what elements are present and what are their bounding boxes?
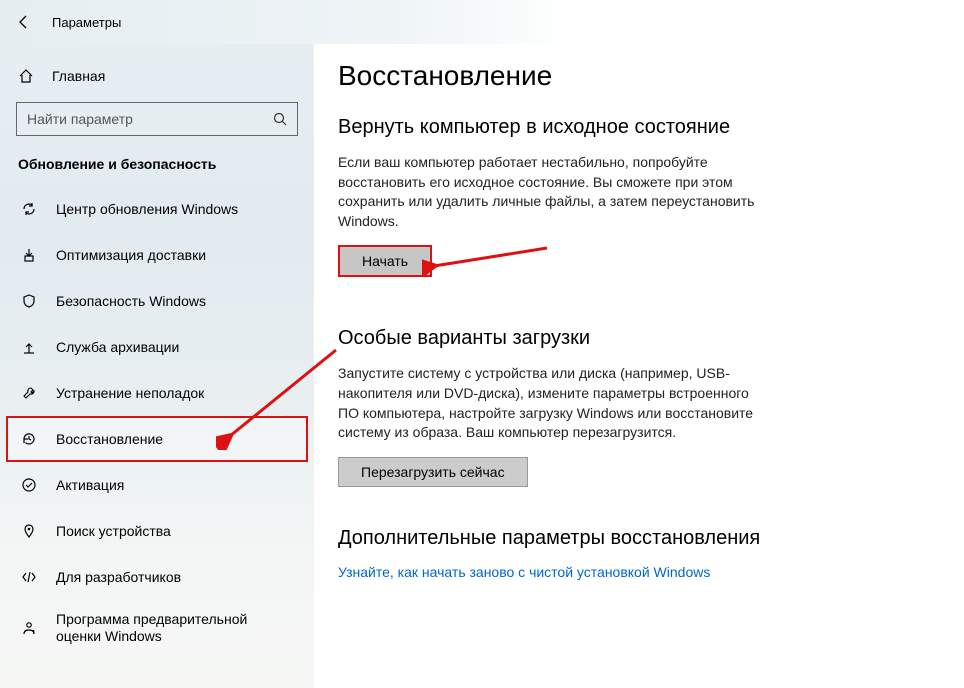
sidebar-item-label: Для разработчиков — [56, 569, 181, 586]
back-button[interactable] — [10, 8, 38, 36]
sidebar-item-developers[interactable]: Для разработчиков — [6, 554, 308, 600]
sidebar-item-label: Служба архивации — [56, 339, 179, 356]
reset-start-button[interactable]: Начать — [338, 245, 432, 277]
reset-heading: Вернуть компьютер в исходное состояние — [338, 116, 940, 139]
code-icon — [18, 569, 40, 585]
window-title: Параметры — [52, 15, 121, 30]
sidebar-item-label: Центр обновления Windows — [56, 201, 238, 218]
fresh-start-link[interactable]: Узнайте, как начать заново с чистой уста… — [338, 564, 710, 580]
content-pane: Восстановление Вернуть компьютер в исход… — [314, 44, 964, 688]
more-recovery-heading: Дополнительные параметры восстановления — [338, 527, 940, 550]
sidebar-menu: Центр обновления Windows Оптимизация дос… — [6, 186, 308, 656]
annotation-arrow — [422, 236, 552, 276]
sync-icon — [18, 201, 40, 217]
sidebar-item-label: Программа предварительной оценки Windows — [56, 611, 296, 645]
wrench-icon — [18, 385, 40, 401]
sidebar-item-label: Поиск устройства — [56, 523, 171, 540]
sidebar-item-recovery[interactable]: Восстановление — [6, 416, 308, 462]
sidebar-home[interactable]: Главная — [6, 58, 308, 94]
check-circle-icon — [18, 477, 40, 493]
history-icon — [18, 431, 40, 447]
sidebar-item-label: Активация — [56, 477, 124, 494]
page-title: Восстановление — [338, 60, 940, 92]
sidebar-item-delivery-optimization[interactable]: Оптимизация доставки — [6, 232, 308, 278]
sidebar-section-label: Обновление и безопасность — [6, 150, 308, 186]
advanced-startup-text: Запустите систему с устройства или диска… — [338, 364, 768, 442]
sidebar-item-windows-update[interactable]: Центр обновления Windows — [6, 186, 308, 232]
location-icon — [18, 523, 40, 539]
restart-now-button[interactable]: Перезагрузить сейчас — [338, 457, 528, 487]
sidebar: Главная Обновление и безопасность Центр … — [0, 44, 314, 688]
home-icon — [16, 68, 36, 84]
sidebar-item-label: Восстановление — [56, 431, 163, 448]
sidebar-item-label: Безопасность Windows — [56, 293, 206, 310]
backup-icon — [18, 339, 40, 355]
sidebar-item-backup[interactable]: Служба архивации — [6, 324, 308, 370]
search-container — [16, 102, 298, 136]
sidebar-item-activation[interactable]: Активация — [6, 462, 308, 508]
shield-icon — [18, 293, 40, 309]
sidebar-item-find-device[interactable]: Поиск устройства — [6, 508, 308, 554]
reset-text: Если ваш компьютер работает нестабильно,… — [338, 153, 768, 231]
sidebar-item-troubleshoot[interactable]: Устранение неполадок — [6, 370, 308, 416]
sidebar-item-windows-security[interactable]: Безопасность Windows — [6, 278, 308, 324]
delivery-icon — [18, 247, 40, 263]
sidebar-home-label: Главная — [52, 68, 105, 84]
sidebar-item-label: Оптимизация доставки — [56, 247, 206, 264]
window-header: Параметры — [0, 0, 964, 44]
advanced-startup-heading: Особые варианты загрузки — [338, 327, 940, 350]
insider-icon — [18, 620, 40, 636]
search-input[interactable] — [16, 102, 298, 136]
sidebar-item-label: Устранение неполадок — [56, 385, 204, 402]
arrow-left-icon — [16, 14, 32, 30]
sidebar-item-insider[interactable]: Программа предварительной оценки Windows — [6, 600, 308, 656]
